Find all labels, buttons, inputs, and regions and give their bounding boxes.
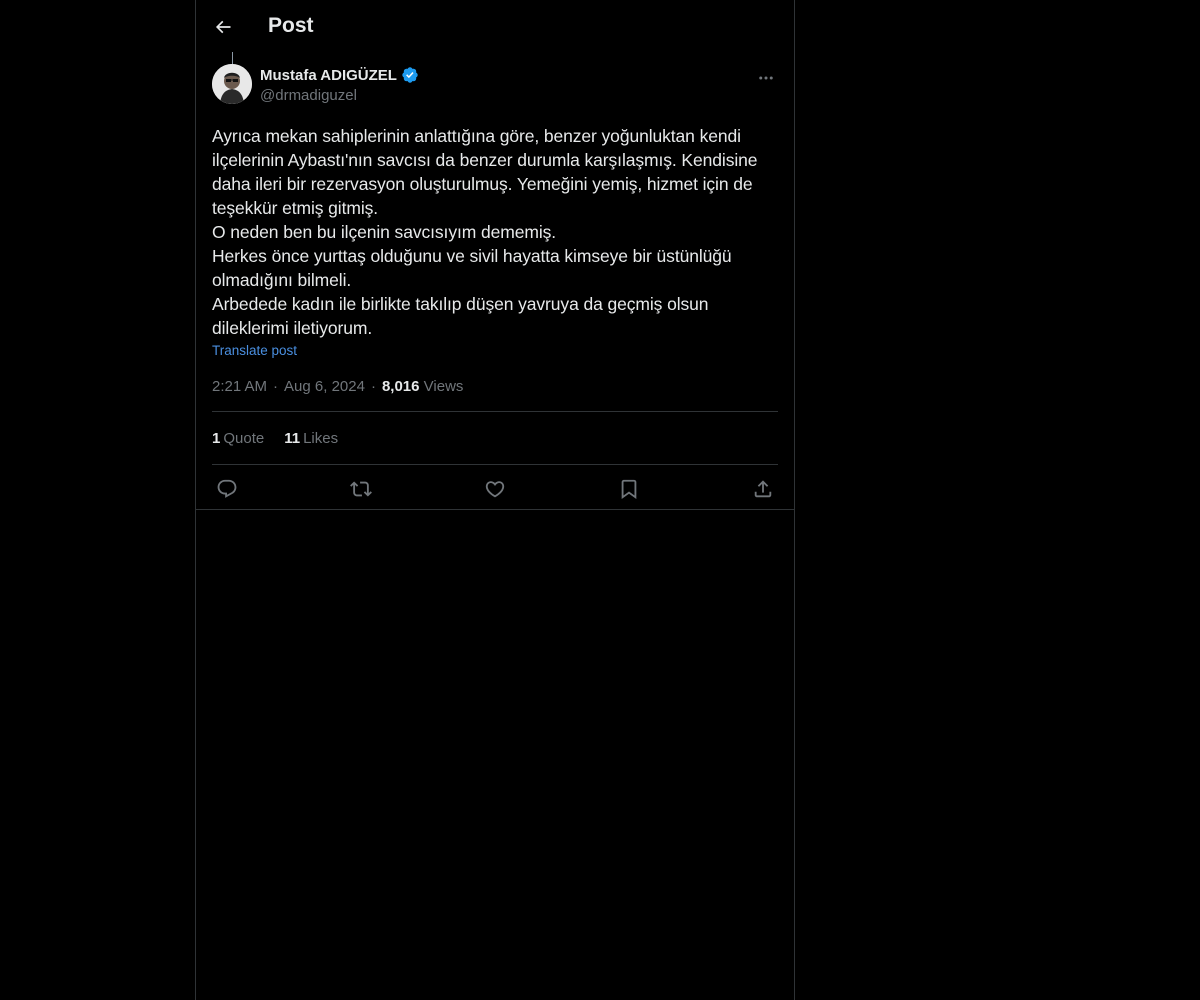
meta-separator: · <box>370 378 376 395</box>
views-count: 8,016 <box>381 378 420 395</box>
main-column: Post Mustafa ADIGÜZEL @drmadiguzel Ayrıc… <box>195 0 795 1000</box>
reply-button[interactable] <box>216 478 238 500</box>
post-article: Mustafa ADIGÜZEL @drmadiguzel Ayrıca mek… <box>196 64 794 513</box>
post-meta: 2:21 AM · Aug 6, 2024 · 8,016 Views <box>212 378 778 412</box>
quotes-count: 1 <box>212 429 221 447</box>
repost-button[interactable] <box>350 478 372 500</box>
page-title: Post <box>268 14 314 37</box>
reply-icon <box>217 479 237 498</box>
post-date[interactable]: Aug 6, 2024 <box>284 378 365 395</box>
like-button[interactable] <box>484 478 506 500</box>
post-time[interactable]: 2:21 AM <box>212 378 267 395</box>
heart-icon <box>485 481 505 498</box>
quotes-stat[interactable]: 1 Quote <box>212 430 264 447</box>
back-button[interactable] <box>208 10 238 44</box>
share-button[interactable] <box>752 478 774 500</box>
arrow-left-icon <box>215 20 231 34</box>
author-handle[interactable]: @drmadiguzel <box>260 87 419 104</box>
share-icon <box>754 480 772 498</box>
repost-icon <box>350 481 372 497</box>
post-text: Ayrıca mekan sahiplerinin anlattığına gö… <box>212 126 758 338</box>
likes-stat[interactable]: 11 Likes <box>284 430 338 447</box>
author-row: Mustafa ADIGÜZEL @drmadiguzel <box>212 64 778 114</box>
views-stat: 8,016 Views <box>382 378 463 395</box>
bookmark-icon <box>621 479 637 500</box>
likes-label: Likes <box>303 429 339 447</box>
avatar[interactable] <box>212 64 252 104</box>
views-label: Views <box>423 378 464 395</box>
translate-post-link[interactable]: Translate post <box>212 343 297 358</box>
verified-badge-icon[interactable] <box>401 66 419 84</box>
more-horizontal-icon <box>759 76 773 80</box>
quotes-label: Quote <box>223 429 265 447</box>
author-display-name[interactable]: Mustafa ADIGÜZEL <box>260 67 397 84</box>
bookmark-button[interactable] <box>618 478 640 500</box>
thread-connector-line <box>232 52 233 64</box>
page-header: Post <box>196 0 794 64</box>
meta-separator: · <box>273 378 279 395</box>
likes-count: 11 <box>284 429 301 447</box>
post-actions <box>212 465 778 513</box>
author-name-line: Mustafa ADIGÜZEL <box>260 66 419 84</box>
engagement-stats: 1 Quote 11 Likes <box>212 412 778 465</box>
author-meta: Mustafa ADIGÜZEL @drmadiguzel <box>260 66 419 104</box>
more-options-button[interactable] <box>754 68 778 88</box>
post-bottom-divider <box>196 509 794 510</box>
